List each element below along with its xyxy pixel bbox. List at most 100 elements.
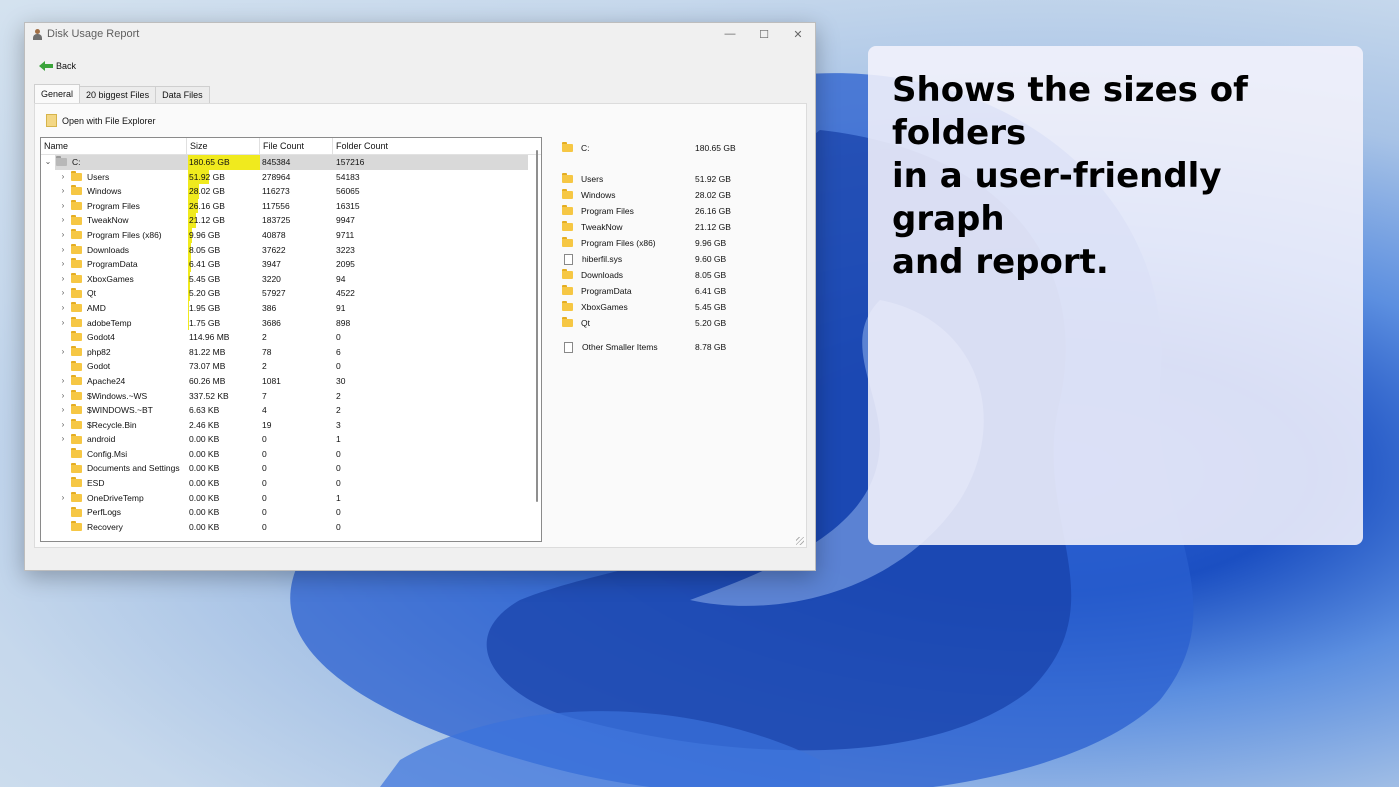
tree-row[interactable]: › Users 51.92 GB 278964 54183 <box>41 169 541 185</box>
chevron-right-icon[interactable]: › <box>58 170 68 185</box>
row-name: OneDriveTemp <box>87 492 144 503</box>
tree-row[interactable]: › $Windows.~WS 337.52 KB 7 2 <box>41 389 541 404</box>
tree-row[interactable]: › TweakNow 21.12 GB 183725 9947 <box>41 213 541 228</box>
tree-row[interactable]: › XboxGames 5.45 GB 3220 94 <box>41 271 541 287</box>
tree-row[interactable]: › $Recycle.Bin 2.46 KB 19 3 <box>41 418 541 433</box>
tree-scrollbar[interactable] <box>536 150 538 502</box>
chevron-right-icon[interactable]: › <box>58 213 68 228</box>
chevron-right-icon[interactable]: › <box>58 257 68 272</box>
chevron-right-icon[interactable]: › <box>58 389 68 404</box>
maximize-button[interactable]: ☐ <box>747 23 781 45</box>
row-size: 51.92 GB <box>189 171 225 182</box>
tree-row[interactable]: › php82 81.22 MB 78 6 <box>41 344 541 360</box>
row-file-count: 278964 <box>262 171 291 182</box>
chevron-right-icon[interactable]: › <box>58 418 68 433</box>
tree-row[interactable]: › Program Files 26.16 GB 117556 16315 <box>41 198 541 214</box>
tree-row[interactable]: ESD 0.00 KB 0 0 <box>41 476 541 491</box>
name-cell: › adobeTemp <box>58 316 131 331</box>
chevron-right-icon[interactable]: › <box>58 345 68 360</box>
row-name: C: <box>72 157 81 167</box>
row-folder-count: 4522 <box>336 288 355 299</box>
name-cell: › Downloads <box>58 243 129 258</box>
tree-row[interactable]: › AMD 1.95 GB 386 91 <box>41 300 541 316</box>
tree-row[interactable]: Documents and Settings 0.00 KB 0 0 <box>41 461 541 476</box>
minimize-button[interactable]: — <box>713 23 747 45</box>
folder-icon <box>562 142 573 152</box>
summary-size: 28.02 GB <box>695 190 731 200</box>
row-file-count: 0 <box>262 463 267 474</box>
tree-row[interactable]: › Apache24 60.26 MB 1081 30 <box>41 373 541 389</box>
tree-row[interactable]: › Qt 5.20 GB 57927 4522 <box>41 286 541 301</box>
folder-icon <box>71 287 82 298</box>
tree-row[interactable]: › android 0.00 KB 0 1 <box>41 432 541 447</box>
chevron-right-icon[interactable]: › <box>58 301 68 316</box>
open-explorer-button[interactable]: Open with File Explorer <box>46 114 156 127</box>
chevron-right-icon[interactable]: › <box>58 286 68 301</box>
tab-biggest-files[interactable]: 20 biggest Files <box>79 86 157 103</box>
column-folder-count[interactable]: Folder Count <box>333 138 530 155</box>
tree-row[interactable]: › ProgramData 6.41 GB 3947 2095 <box>41 257 541 272</box>
summary-name: Other Smaller Items <box>582 342 658 352</box>
chevron-right-icon[interactable]: › <box>58 272 68 287</box>
name-cell: › XboxGames <box>58 272 134 287</box>
chevron-right-icon[interactable]: › <box>58 432 68 447</box>
tree-row[interactable]: › Windows 28.02 GB 116273 56065 <box>41 184 541 199</box>
chevron-right-icon[interactable]: › <box>58 184 68 199</box>
chevron-down-icon[interactable]: ⌄ <box>43 155 53 170</box>
folder-icon <box>71 185 82 196</box>
chevron-right-icon[interactable]: › <box>58 374 68 389</box>
resize-grip[interactable] <box>796 537 804 545</box>
summary-name: Downloads <box>581 270 624 280</box>
row-name: ProgramData <box>87 259 138 270</box>
row-folder-count: 6 <box>336 346 341 357</box>
chevron-right-icon[interactable]: › <box>58 316 68 331</box>
callout-line-3: and report. <box>892 242 1109 282</box>
summary-name: Qt <box>581 318 590 328</box>
tab-general[interactable]: General <box>34 84 81 103</box>
row-size: 60.26 MB <box>189 375 226 386</box>
summary-size: 9.60 GB <box>695 254 727 264</box>
row-name: TweakNow <box>87 215 129 226</box>
summary-name: C: <box>581 143 590 153</box>
chevron-right-icon[interactable]: › <box>58 243 68 258</box>
row-size: 5.45 GB <box>189 273 221 284</box>
row-name: PerfLogs <box>87 507 122 518</box>
folder-tree[interactable]: Name Size File Count Folder Count ⌄ C: 180… <box>40 137 542 542</box>
tree-row[interactable]: › $WINDOWS.~BT 6.63 KB 4 2 <box>41 403 541 418</box>
row-file-count: 3220 <box>262 273 281 284</box>
callout-line-2: in a user-friendly graph <box>892 156 1222 239</box>
name-cell: › Program Files <box>58 199 140 214</box>
chevron-right-icon[interactable]: › <box>58 491 68 506</box>
tab-data-files[interactable]: Data Files <box>155 86 210 103</box>
summary-name: Program Files <box>581 206 634 216</box>
tree-row[interactable]: PerfLogs 0.00 KB 0 0 <box>41 505 541 520</box>
tree-row[interactable]: › adobeTemp 1.75 GB 3686 898 <box>41 315 541 331</box>
summary-size: 5.45 GB <box>695 302 727 312</box>
tree-row-root[interactable]: ⌄ C: 180.65 GB 845384 157216 <box>41 155 541 170</box>
tree-row[interactable]: › Downloads 8.05 GB 37622 3223 <box>41 242 541 258</box>
tree-rows: ⌄ C: 180.65 GB 845384 157216 › Users 51.92 GB 27… <box>41 155 541 534</box>
chevron-right-icon[interactable]: › <box>58 403 68 418</box>
summary-size: 180.65 GB <box>695 143 736 153</box>
folder-icon <box>71 200 82 211</box>
tree-row[interactable]: Godot 73.07 MB 2 0 <box>41 359 541 374</box>
tree-row[interactable]: Recovery 0.00 KB 0 0 <box>41 520 541 535</box>
chevron-right-icon[interactable]: › <box>58 228 68 243</box>
chevron-right-icon[interactable]: › <box>58 199 68 214</box>
column-name[interactable]: Name <box>41 138 187 155</box>
row-name: Program Files <box>87 200 140 211</box>
folder-icon <box>71 331 82 342</box>
tree-row[interactable]: Godot4 114.96 MB 2 0 <box>41 330 541 345</box>
row-folder-count: 2 <box>336 390 341 401</box>
tree-row[interactable]: Config.Msi 0.00 KB 0 0 <box>41 447 541 462</box>
column-file-count[interactable]: File Count <box>260 138 333 155</box>
back-button[interactable]: Back <box>36 60 79 72</box>
column-size[interactable]: Size <box>187 138 260 155</box>
summary-name: XboxGames <box>581 302 628 312</box>
row-name: Godot4 <box>87 332 115 343</box>
close-button[interactable]: ✕ <box>781 23 815 45</box>
summary-size: 9.96 GB <box>695 238 727 248</box>
tree-row[interactable]: › Program Files (x86) 9.96 GB 40878 9711 <box>41 227 541 243</box>
summary-row: TweakNow 21.12 GB <box>560 220 800 234</box>
tree-row[interactable]: › OneDriveTemp 0.00 KB 0 1 <box>41 491 541 506</box>
